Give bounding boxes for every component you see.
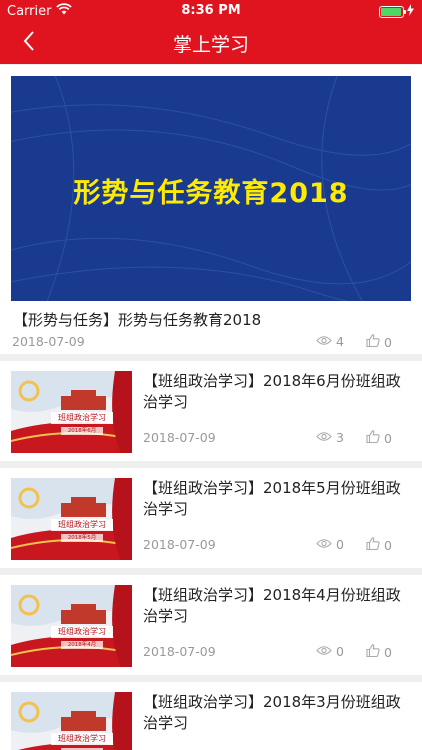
featured-title[interactable]: 【形势与任务】形势与任务教育2018 xyxy=(13,309,261,330)
eye-icon xyxy=(316,644,332,659)
nav-bar: 掌上学习 xyxy=(0,22,422,64)
likes-count: 0 xyxy=(384,430,392,446)
views-count: 4 xyxy=(336,334,344,349)
list-item[interactable]: 班组政治学习 2018年4月 【班组政治学习】2018年4月份班组政治学习 20… xyxy=(0,575,422,675)
thumbs-up-icon xyxy=(366,334,380,350)
thumbs-up-icon xyxy=(366,430,380,446)
featured-article-card[interactable]: 形势与任务教育2018 【形势与任务】形势与任务教育2018 2018-07-0… xyxy=(0,65,422,354)
page-title: 掌上学习 xyxy=(172,34,249,56)
featured-banner-image[interactable]: 形势与任务教育2018 xyxy=(11,76,411,301)
views-count: 0 xyxy=(336,644,344,659)
thumb-title: 班组政治学习 xyxy=(58,627,106,636)
status-time: 8:36 PM xyxy=(181,3,241,18)
article-views: 0 xyxy=(316,644,344,659)
featured-views: 4 xyxy=(316,334,344,349)
status-right xyxy=(379,4,414,20)
thumb-month: 2018年6月 xyxy=(67,428,97,434)
article-thumbnail[interactable]: 班组政治学习 2018年6月 xyxy=(11,371,132,453)
thumb-month: 2018年4月 xyxy=(67,642,97,648)
article-title[interactable]: 【班组政治学习】2018年6月份班组政治学习 xyxy=(143,371,413,413)
article-thumbnail[interactable]: 班组政治学习 2018年4月 xyxy=(11,585,132,667)
article-likes[interactable]: 0 xyxy=(366,537,392,553)
article-likes[interactable]: 0 xyxy=(366,644,392,660)
thumb-month: 2018年5月 xyxy=(67,535,97,541)
featured-date: 2018-07-09 xyxy=(12,334,85,349)
eye-icon xyxy=(316,430,332,445)
article-views: 3 xyxy=(316,430,344,445)
article-title[interactable]: 【班组政治学习】2018年4月份班组政治学习 xyxy=(143,585,413,627)
battery-level xyxy=(381,8,401,16)
list-item[interactable]: 班组政治学习 2018年5月 【班组政治学习】2018年5月份班组政治学习 20… xyxy=(0,468,422,568)
article-likes[interactable]: 0 xyxy=(366,430,392,446)
thumbs-up-icon xyxy=(366,644,380,660)
thumb-title: 班组政治学习 xyxy=(58,413,106,422)
likes-count: 0 xyxy=(384,334,392,350)
article-title[interactable]: 【班组政治学习】2018年3月份班组政治学习 xyxy=(143,692,413,734)
article-thumbnail[interactable]: 班组政治学习 2018年5月 xyxy=(11,478,132,560)
thumb-title: 班组政治学习 xyxy=(58,520,106,529)
list-item[interactable]: 班组政治学习 【班组政治学习】2018年3月份班组政治学习 xyxy=(0,682,422,750)
thumbs-up-icon xyxy=(366,537,380,553)
article-date: 2018-07-09 xyxy=(143,644,216,659)
banner-text: 形势与任务教育2018 xyxy=(73,178,349,209)
likes-count: 0 xyxy=(384,644,392,660)
eye-icon xyxy=(316,334,332,349)
article-thumbnail[interactable]: 班组政治学习 xyxy=(11,692,132,750)
article-date: 2018-07-09 xyxy=(143,537,216,552)
thumb-title: 班组政治学习 xyxy=(58,734,106,743)
eye-icon xyxy=(316,537,332,552)
views-count: 0 xyxy=(336,537,344,552)
views-count: 3 xyxy=(336,430,344,445)
battery-icon xyxy=(379,6,406,18)
featured-likes[interactable]: 0 xyxy=(366,334,392,350)
article-date: 2018-07-09 xyxy=(143,430,216,445)
status-bar: Carrier 8:36 PM xyxy=(0,0,422,22)
likes-count: 0 xyxy=(384,537,392,553)
article-title[interactable]: 【班组政治学习】2018年5月份班组政治学习 xyxy=(143,478,413,520)
list-item[interactable]: 班组政治学习 2018年6月 【班组政治学习】2018年6月份班组政治学习 20… xyxy=(0,361,422,461)
charging-icon xyxy=(407,4,414,20)
app-header: Carrier 8:36 PM 掌上学习 xyxy=(0,0,422,64)
article-views: 0 xyxy=(316,537,344,552)
